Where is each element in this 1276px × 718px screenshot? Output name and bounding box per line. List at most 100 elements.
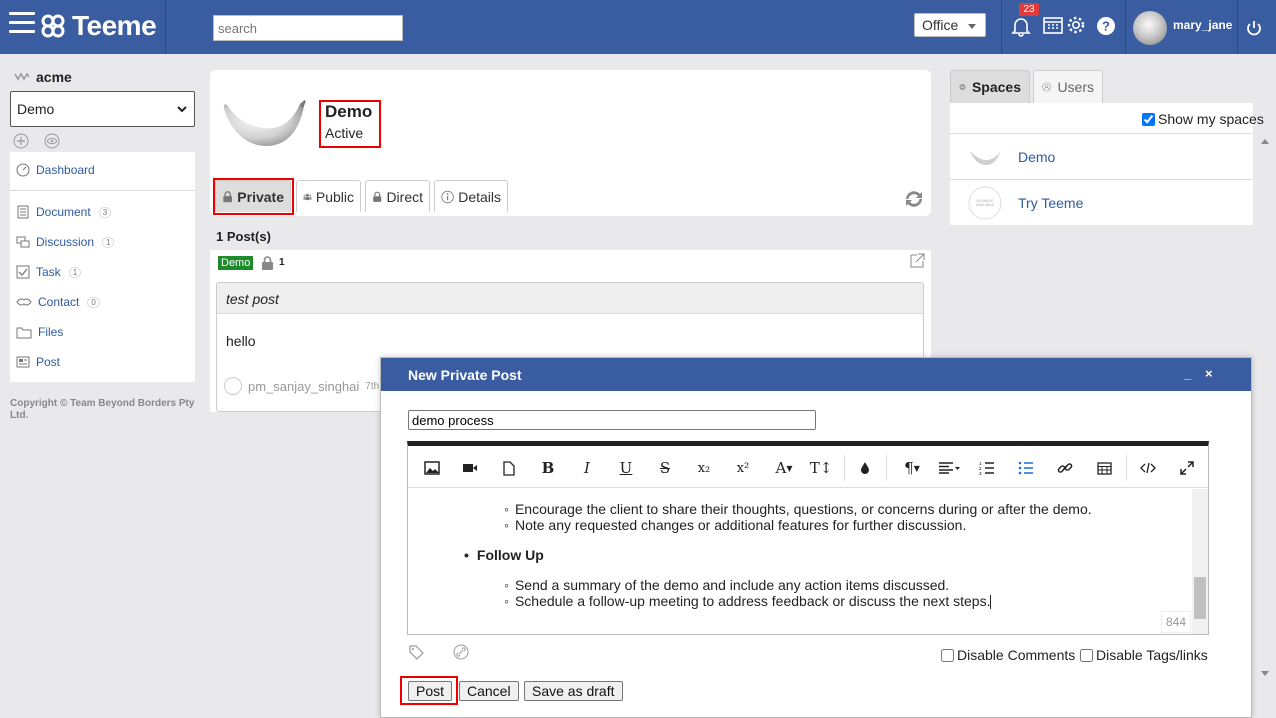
post-title-input[interactable] <box>408 410 816 430</box>
org-label: acme <box>36 69 72 85</box>
hamburger-menu-icon[interactable] <box>9 12 35 36</box>
space-list-item[interactable]: NO IMAGE AVAILABLE Try Teeme <box>950 179 1253 225</box>
user-avatar[interactable] <box>1133 11 1167 45</box>
close-button[interactable]: × <box>1205 366 1213 381</box>
line-height-button[interactable]: T↕ <box>806 455 836 481</box>
calendar-icon[interactable] <box>1042 14 1066 38</box>
sidebar-item-label: Task <box>36 265 61 279</box>
text-color-icon[interactable] <box>852 455 878 481</box>
post-author: pm_sanjay_singhai 7th <box>224 377 379 395</box>
minimize-button[interactable]: _ <box>1184 366 1191 381</box>
tab-spaces[interactable]: Spaces <box>950 70 1030 103</box>
space-select[interactable]: Demo <box>10 91 195 127</box>
space-list-name: Demo <box>1018 148 1056 165</box>
gear-icon[interactable] <box>1065 14 1089 38</box>
sidebar-item-document[interactable]: Document 3 <box>16 205 112 219</box>
space-banana-image <box>223 100 306 146</box>
italic-button[interactable]: I <box>574 455 600 481</box>
help-icon[interactable]: ? <box>1095 14 1119 38</box>
sidebar-item-label: Dashboard <box>36 163 95 177</box>
username[interactable]: mary_jane <box>1173 18 1232 32</box>
editor-content[interactable]: ◦ Encourage the client to share their tho… <box>408 489 1192 634</box>
chevron-down-icon <box>177 106 187 113</box>
sidebar-item-label: Contact <box>38 295 80 309</box>
fullscreen-icon[interactable] <box>1174 455 1200 481</box>
save-draft-button[interactable]: Save as draft <box>524 681 623 701</box>
insert-file-icon[interactable] <box>496 455 522 481</box>
strikethrough-button[interactable]: S <box>652 455 678 481</box>
teeme-logo-icon <box>41 14 65 38</box>
toolbar-divider <box>886 455 887 481</box>
font-size-button[interactable]: A ▼ <box>769 455 799 481</box>
search-input[interactable] <box>213 15 403 41</box>
underline-button[interactable]: U <box>613 455 639 481</box>
ordered-list-icon[interactable]: 123 <box>974 455 1000 481</box>
page-scrollbar[interactable] <box>1256 133 1276 718</box>
scrollbar-thumb[interactable] <box>1194 577 1206 619</box>
post-title[interactable]: test post <box>217 283 923 314</box>
tab-label: Direct <box>386 188 423 205</box>
refresh-icon[interactable] <box>902 187 926 211</box>
post-icon <box>16 356 30 368</box>
subscript-button[interactable]: x₂ <box>691 455 717 481</box>
align-icon[interactable] <box>934 455 964 481</box>
editor-toolbar: B I U S x₂ x² A ▼ T↕ ¶ ▼ 123 <box>408 446 1208 488</box>
author-name[interactable]: pm_sanjay_singhai <box>248 379 359 394</box>
disable-comments-checkbox[interactable] <box>941 648 954 662</box>
tab-users[interactable]: Users <box>1033 70 1103 103</box>
tab-label: Spaces <box>971 79 1021 95</box>
cancel-button[interactable]: Cancel <box>459 681 519 701</box>
sidebar-item-count: 1 <box>102 236 115 248</box>
unordered-list-icon[interactable] <box>1013 455 1039 481</box>
sidebar-item-contact[interactable]: Contact 0 <box>16 295 100 309</box>
tab-direct[interactable]: Direct <box>365 180 430 212</box>
scroll-up-arrow[interactable] <box>1261 139 1269 144</box>
highlight-box <box>213 178 294 215</box>
sidebar-item-task[interactable]: Task 1 <box>16 265 82 279</box>
header-divider <box>1001 0 1002 54</box>
office-label: Office <box>922 17 959 33</box>
tab-details[interactable]: Details <box>434 180 508 212</box>
post-space-tag[interactable]: Demo <box>218 256 254 270</box>
disable-tags-option[interactable]: Disable Tags/links <box>1080 647 1208 663</box>
scroll-down-arrow[interactable] <box>1261 671 1269 676</box>
sidebar-item-discussion[interactable]: Discussion 1 <box>16 235 115 249</box>
add-space-icon[interactable] <box>13 133 29 149</box>
paragraph-format-button[interactable]: ¶ ▼ <box>897 455 927 481</box>
link-icon[interactable] <box>453 644 469 660</box>
teeme-logo[interactable]: Teeme <box>40 10 157 42</box>
code-view-icon[interactable] <box>1135 455 1161 481</box>
bold-button[interactable]: B <box>535 455 561 481</box>
show-my-spaces[interactable]: Show my spaces <box>1142 111 1264 127</box>
space-list-item[interactable]: Demo <box>950 133 1253 179</box>
insert-video-icon[interactable] <box>457 455 483 481</box>
highlight-box <box>400 676 458 705</box>
toolbar-divider <box>844 455 845 481</box>
list-item: ◦ Note any requested changes or additiona… <box>504 517 967 533</box>
tag-icon[interactable] <box>408 644 424 660</box>
bell-icon[interactable] <box>1009 14 1033 38</box>
table-icon[interactable] <box>1091 455 1117 481</box>
view-icon[interactable] <box>44 133 60 149</box>
sidebar-item-label: Discussion <box>36 235 95 249</box>
disable-comments-option[interactable]: Disable Comments <box>941 647 1075 663</box>
external-link-icon[interactable] <box>909 253 925 269</box>
insert-image-icon[interactable] <box>419 455 445 481</box>
office-dropdown[interactable]: Office <box>914 13 986 37</box>
show-my-spaces-checkbox[interactable] <box>1142 112 1155 126</box>
contact-icon <box>16 298 32 306</box>
sidebar-item-files[interactable]: Files <box>16 325 63 339</box>
superscript-button[interactable]: x² <box>730 455 756 481</box>
power-icon[interactable] <box>1244 18 1268 42</box>
disable-tags-checkbox[interactable] <box>1080 648 1093 662</box>
sidebar-item-post[interactable]: Post <box>16 355 60 369</box>
spaces-icon <box>959 83 966 91</box>
editor-scrollbar[interactable] <box>1192 489 1208 634</box>
tab-public[interactable]: Public <box>296 180 361 212</box>
link-icon[interactable] <box>1052 455 1078 481</box>
top-header: Teeme Office 23 ? mary_jane <box>0 0 1276 54</box>
sidebar-divider <box>10 190 195 191</box>
svg-text:NO IMAGEAVAILABLE: NO IMAGE AVAILABLE <box>976 199 995 207</box>
space-thumbnail <box>970 150 1000 165</box>
sidebar-item-dashboard[interactable]: Dashboard <box>16 163 95 177</box>
